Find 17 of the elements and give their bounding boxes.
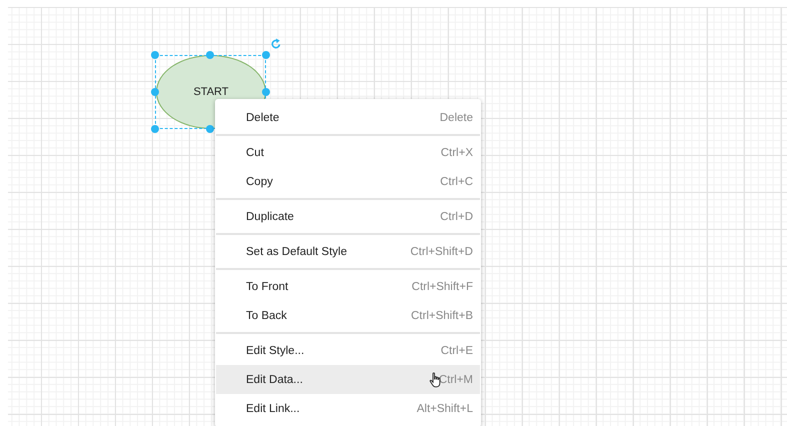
resize-handle[interactable] [151,125,159,133]
resize-handle[interactable] [151,51,159,59]
resize-handle[interactable] [206,125,214,133]
shape-label: START [193,86,229,98]
menu-item[interactable]: Copy Ctrl+C [216,167,480,196]
menu-item[interactable]: Set as Default Style Ctrl+Shift+D [216,237,480,266]
resize-handle[interactable] [206,51,214,59]
menu-item[interactable]: Duplicate Ctrl+D [216,202,480,231]
menu-item[interactable]: To Back Ctrl+Shift+B [216,301,480,330]
resize-handle[interactable] [151,88,159,96]
resize-handle[interactable] [262,88,270,96]
rotate-icon[interactable] [270,38,282,50]
resize-handle[interactable] [262,51,270,59]
menu-item[interactable]: Cut Ctrl+X [216,138,480,167]
menu-item[interactable]: Edit Link... Alt+Shift+L [216,394,480,423]
menu-item[interactable]: Edit Style... Ctrl+E [216,336,480,365]
menu-item[interactable]: To Front Ctrl+Shift+F [216,272,480,301]
